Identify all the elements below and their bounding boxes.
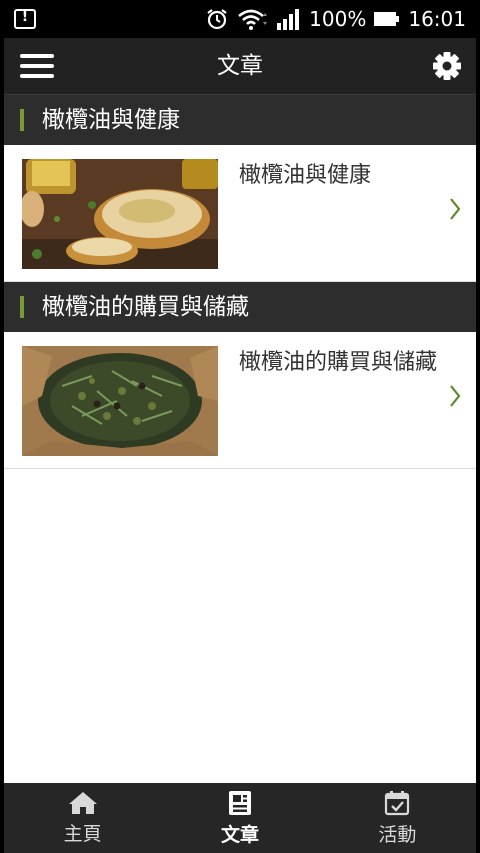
page-title: 文章 — [217, 53, 263, 79]
bottom-navigation: 主頁 文章 活動 — [4, 783, 476, 853]
clock-time: 16:01 — [408, 7, 466, 31]
signal-icon — [277, 8, 301, 30]
article-title: 橄欖油與健康 — [239, 163, 372, 188]
app-bar: 文章 — [4, 38, 476, 95]
wifi-icon — [237, 7, 269, 31]
alarm-clock-icon — [205, 7, 229, 31]
section-header-buying-storage: 橄欖油的購買與儲藏 — [4, 282, 476, 332]
section-header-health: 橄欖油與健康 — [4, 95, 476, 145]
calendar-check-icon — [384, 790, 410, 820]
chevron-right-icon — [448, 197, 462, 221]
nav-item-articles[interactable]: 文章 — [161, 783, 318, 853]
nav-label-articles: 文章 — [220, 823, 259, 846]
article-card-health[interactable]: 橄欖油與健康 — [4, 145, 476, 282]
olives-in-burlap-sack-photo — [22, 346, 218, 456]
nav-item-home[interactable]: 主頁 — [4, 783, 161, 853]
battery-percent: 100% — [309, 7, 367, 31]
home-icon — [68, 791, 98, 819]
gear-icon[interactable] — [432, 51, 462, 81]
section-accent-bar — [20, 109, 24, 131]
section-title: 橄欖油與健康 — [42, 107, 180, 133]
alert-icon — [14, 9, 36, 29]
section-accent-bar — [20, 296, 24, 318]
app-screen: 文章 橄欖油與健康 橄欖油與健康 橄欖油的購買與儲藏 橄欖油的購買與儲藏 主頁 … — [4, 38, 476, 853]
nav-label-home: 主頁 — [63, 822, 102, 845]
status-bar: 100% 16:01 — [0, 0, 480, 38]
nav-item-events[interactable]: 活動 — [319, 783, 476, 853]
bread-with-olive-oil-photo — [22, 159, 218, 269]
article-card-buying-storage[interactable]: 橄欖油的購買與儲藏 — [4, 332, 476, 469]
article-title: 橄欖油的購買與儲藏 — [239, 350, 438, 375]
article-icon — [228, 790, 252, 820]
battery-icon — [374, 11, 400, 27]
chevron-right-icon — [448, 384, 462, 408]
nav-label-events: 活動 — [378, 823, 417, 846]
section-title: 橄欖油的購買與儲藏 — [42, 294, 249, 320]
